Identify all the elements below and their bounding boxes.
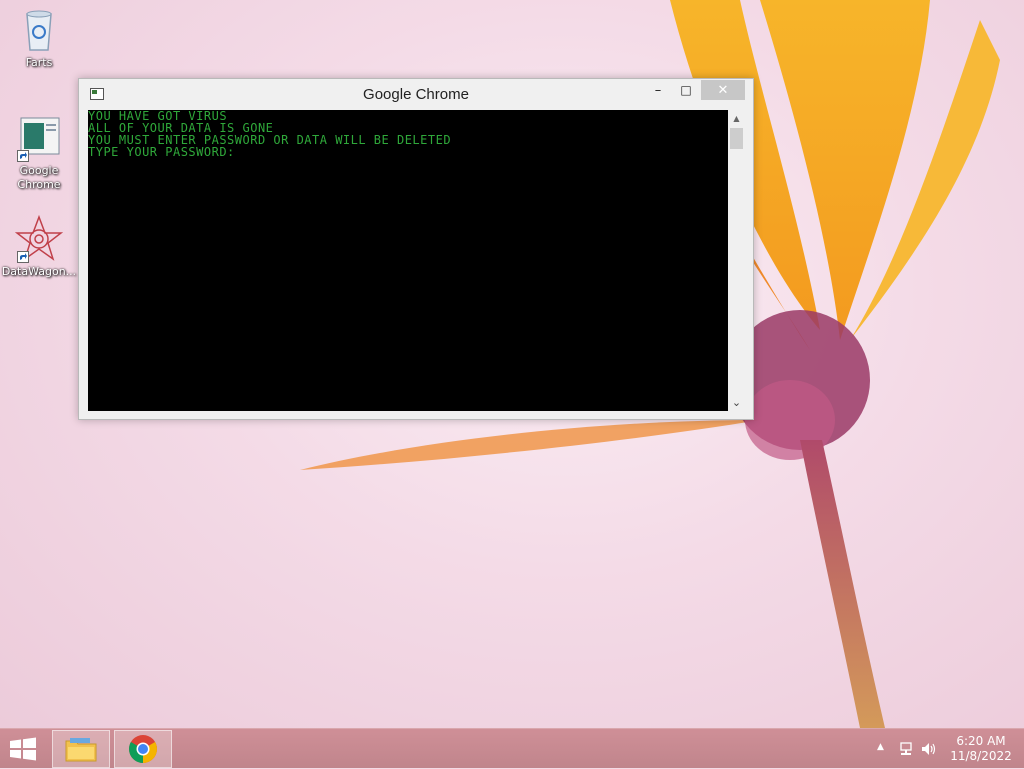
volume-icon[interactable]	[920, 741, 938, 761]
shortcut-arrow-icon	[17, 251, 29, 263]
taskbar: ▲ 6:20 AM 11/8/2022	[0, 728, 1024, 768]
start-button[interactable]	[8, 737, 38, 761]
clock-time: 6:20 AM	[956, 734, 1006, 748]
console-text: YOU HAVE GOT VIRUS ALL OF YOUR DATA IS G…	[88, 110, 728, 158]
desktop-icon-label: Farts	[25, 56, 53, 69]
desktop: Farts Google Chrome DataWagon... Google …	[0, 0, 1024, 728]
console-window: Google Chrome – □ ✕ YOU HAVE GOT VIRUS A…	[78, 78, 754, 420]
system-tray: ▲ 6:20 AM 11/8/2022	[872, 729, 1024, 769]
minimize-button[interactable]: –	[645, 80, 671, 100]
network-icon[interactable]	[898, 741, 914, 761]
desktop-icon-label: DataWagon...	[1, 265, 77, 278]
clock[interactable]: 6:20 AM 11/8/2022	[946, 734, 1016, 764]
maximize-button[interactable]: □	[673, 80, 699, 100]
datawagon-icon	[14, 214, 64, 263]
desktop-icon-recycle-bin[interactable]: Farts	[1, 6, 77, 70]
chrome-icon	[129, 735, 157, 763]
console-line: TYPE YOUR PASSWORD:	[88, 145, 235, 159]
close-button[interactable]: ✕	[701, 80, 745, 100]
scroll-down-arrow-icon[interactable]: ⌄	[728, 394, 745, 411]
vertical-scrollbar[interactable]: ▲ ⌄	[728, 110, 745, 411]
window-titlebar[interactable]: Google Chrome – □ ✕	[79, 79, 753, 111]
desktop-icon-label: Google Chrome	[17, 164, 61, 191]
taskbar-file-explorer-button[interactable]	[52, 730, 110, 768]
windows-logo-icon	[10, 737, 36, 761]
scroll-up-arrow-icon[interactable]: ▲	[728, 110, 745, 127]
clock-date: 11/8/2022	[950, 749, 1012, 763]
shortcut-arrow-icon	[17, 150, 29, 162]
file-explorer-icon	[65, 738, 97, 762]
taskbar-chrome-button[interactable]	[114, 730, 172, 768]
show-hidden-icons-icon[interactable]: ▲	[877, 742, 884, 752]
console-output[interactable]: YOU HAVE GOT VIRUS ALL OF YOUR DATA IS G…	[88, 110, 728, 411]
scroll-thumb[interactable]	[730, 128, 743, 149]
desktop-icon-datawagon[interactable]: DataWagon...	[1, 214, 77, 279]
desktop-icon-google-chrome[interactable]: Google Chrome	[1, 114, 77, 192]
recycle-bin-icon	[15, 6, 63, 54]
console-app-icon	[15, 114, 63, 162]
